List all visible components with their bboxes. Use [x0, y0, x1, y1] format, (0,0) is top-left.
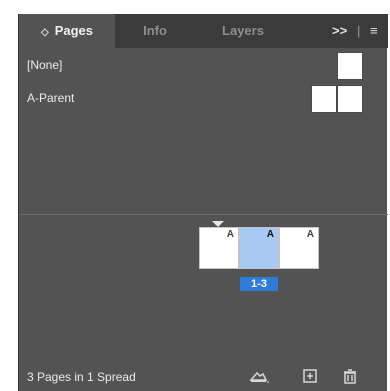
more-panels-icon[interactable]: >> [332, 14, 347, 48]
page-thumbnail-2[interactable]: A [239, 227, 279, 269]
tab-info-label: Info [143, 23, 167, 38]
spread-number-label[interactable]: 1-3 [240, 277, 278, 291]
page-parent-prefix: A [266, 229, 274, 240]
delete-icon[interactable] [339, 365, 361, 387]
new-page-icon[interactable] [299, 365, 321, 387]
tab-pages-label: Pages [54, 23, 93, 38]
toolbar-separator: | [357, 23, 361, 38]
page-thumbnail-3[interactable]: A [279, 227, 319, 269]
panel-tab-bar: ◇ Pages Info Layers >> | ≡ [19, 14, 388, 48]
parent-none-row[interactable]: [None] [19, 52, 388, 80]
panel-menu-icon[interactable]: ≡ [370, 14, 378, 48]
edit-page-size-icon[interactable] [247, 365, 269, 387]
parent-none-label: [None] [27, 58, 63, 72]
panel-footer: 3 Pages in 1 Spread [19, 362, 388, 391]
parent-a-left-thumbnail[interactable] [311, 85, 337, 113]
parent-a-label: A-Parent [27, 91, 75, 105]
tab-layers-label: Layers [222, 23, 264, 38]
status-text: 3 Pages in 1 Spread [27, 370, 136, 384]
tab-pages[interactable]: ◇ Pages [19, 14, 115, 48]
tab-info[interactable]: Info [119, 14, 191, 48]
pages-panel: ◇ Pages Info Layers >> | ≡ [None] A-Paren… [18, 14, 388, 391]
parent-a-right-thumbnail[interactable] [337, 85, 363, 113]
tab-layers[interactable]: Layers [195, 14, 291, 48]
collapse-arrows-icon[interactable]: ◇ [41, 27, 49, 38]
parent-none-thumbnail[interactable] [337, 52, 363, 80]
page-thumbnail-1[interactable]: A [199, 227, 239, 269]
section-divider[interactable] [19, 214, 388, 215]
spread[interactable]: A A A 1-3 [197, 221, 322, 291]
parent-a-row[interactable]: A-Parent [19, 85, 388, 113]
page-parent-prefix: A [306, 229, 314, 240]
page-parent-prefix: A [226, 229, 234, 240]
